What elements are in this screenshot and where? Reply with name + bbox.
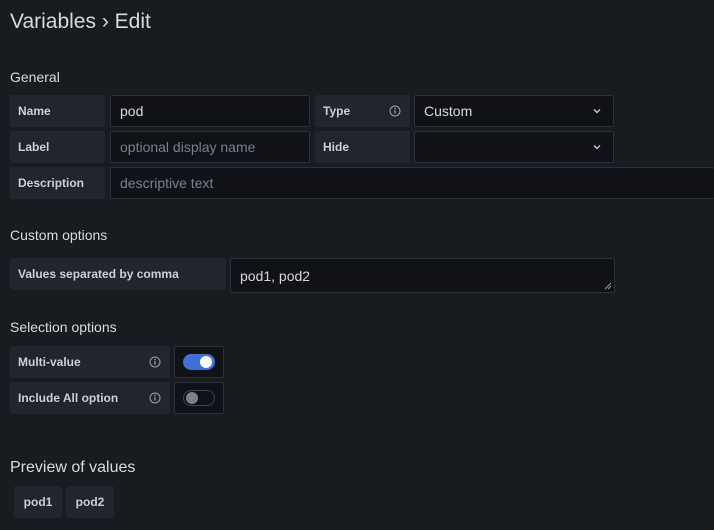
page-title: Variables › Edit <box>10 10 151 33</box>
include-all-switch-container <box>174 382 224 414</box>
name-label: Name <box>10 95 105 127</box>
name-input[interactable] <box>110 95 310 127</box>
type-label: Type <box>315 95 410 127</box>
chevron-down-icon <box>593 145 601 150</box>
type-select[interactable]: Custom <box>414 95 614 127</box>
hide-label: Hide <box>315 131 410 163</box>
values-textarea[interactable]: pod1, pod2 <box>230 258 615 293</box>
preview-value-chip: pod1 <box>14 486 62 518</box>
values-textarea-text: pod1, pod2 <box>240 267 311 284</box>
description-input-field[interactable] <box>120 168 714 198</box>
name-input-field[interactable] <box>120 96 309 126</box>
include-all-label: Include All option <box>10 382 170 414</box>
values-label: Values separated by comma <box>10 258 226 290</box>
multi-value-label: Multi-value <box>10 346 170 378</box>
general-heading: General <box>10 69 60 85</box>
type-select-value: Custom <box>424 103 473 119</box>
label-input-field[interactable] <box>120 132 309 162</box>
toggle-knob <box>200 356 212 368</box>
info-icon[interactable] <box>149 392 161 404</box>
multi-value-switch-container <box>174 346 224 378</box>
preview-value-chip: pod2 <box>66 486 114 518</box>
label-input[interactable] <box>110 131 310 163</box>
resize-grip-icon[interactable] <box>604 282 612 290</box>
include-all-label-text: Include All option <box>18 391 119 405</box>
info-icon[interactable] <box>149 356 161 368</box>
selection-options-heading: Selection options <box>10 319 117 335</box>
hide-select[interactable] <box>414 131 614 163</box>
toggle-knob <box>186 392 198 404</box>
multi-value-label-text: Multi-value <box>18 355 81 369</box>
description-label: Description <box>10 167 105 199</box>
info-icon[interactable] <box>389 105 401 117</box>
preview-heading: Preview of values <box>10 459 136 476</box>
label-label: Label <box>10 131 105 163</box>
custom-options-heading: Custom options <box>10 227 108 243</box>
description-input[interactable] <box>110 167 714 199</box>
include-all-toggle[interactable] <box>183 390 215 406</box>
multi-value-toggle[interactable] <box>183 354 215 370</box>
type-label-text: Type <box>323 104 351 118</box>
chevron-down-icon <box>593 109 601 114</box>
